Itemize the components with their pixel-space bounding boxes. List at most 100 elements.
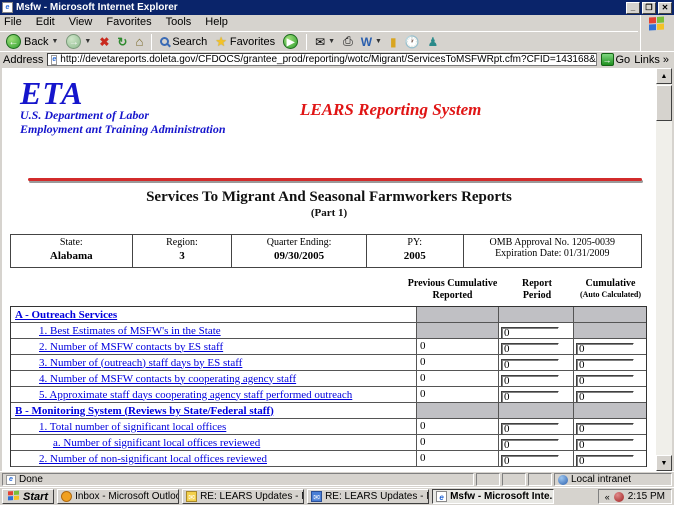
back-button[interactable]: ← Back ▼ <box>4 34 60 49</box>
info-quarter: Quarter Ending: 09/30/2005 <box>232 235 367 267</box>
windows-logo-throbber <box>640 15 672 51</box>
clock: 2:15 PM <box>628 491 665 502</box>
meeting-icon: ✉ <box>311 491 322 502</box>
report-period-input[interactable] <box>501 455 559 467</box>
taskbar-button-ie-active[interactable]: e Msfw - Microsoft Inte... <box>432 489 554 504</box>
menu-help[interactable]: Help <box>205 16 228 28</box>
scrollbar-thumb[interactable] <box>656 85 672 121</box>
menu-file[interactable]: File <box>4 16 22 28</box>
discuss-button[interactable]: ▮ <box>388 35 399 49</box>
red-divider <box>28 178 642 181</box>
cumulative-input[interactable] <box>576 423 634 435</box>
cumulative-input[interactable] <box>576 359 634 371</box>
address-input[interactable]: e http://devetareports.doleta.gov/CFDOCS… <box>47 53 596 66</box>
row-link[interactable]: 2. Number of MSFW contacts by ES staff <box>39 341 223 353</box>
row-link[interactable]: 5. Approximate staff days cooperating ag… <box>39 389 352 401</box>
system-title: LEARS Reporting System <box>300 100 481 120</box>
menu-favorites[interactable]: Favorites <box>106 16 151 28</box>
info-state: State: Alabama <box>11 235 133 267</box>
taskbar-button-email-1[interactable]: ✉ RE: LEARS Updates - Me... <box>182 489 304 504</box>
status-pane <box>528 473 552 486</box>
row-link[interactable]: 2. Number of non-significant local offic… <box>39 453 267 465</box>
mail-button[interactable]: ✉▼ <box>313 35 337 49</box>
ie-icon: e <box>436 491 447 502</box>
report-title: Services To Migrant And Seasonal Farmwor… <box>2 189 656 206</box>
section-a-link[interactable]: A - Outreach Services <box>15 309 117 321</box>
previous-cumulative-value: 0 <box>417 371 499 386</box>
cumulative-input[interactable] <box>576 343 634 355</box>
taskbar-button-email-2[interactable]: ✉ RE: LEARS Updates - Me... <box>307 489 429 504</box>
report-period-input[interactable] <box>501 375 559 387</box>
table-row: 1. Best Estimates of MSFW's in the State <box>11 323 646 339</box>
address-url: http://devetareports.doleta.gov/CFDOCS/g… <box>60 54 596 65</box>
row-link[interactable]: 1. Total number of significant local off… <box>39 421 226 433</box>
row-link[interactable]: a. Number of significant local offices r… <box>53 437 260 449</box>
row-link[interactable]: 4. Number of MSFW contacts by cooperatin… <box>39 373 296 385</box>
history-button[interactable]: 🕐 <box>403 35 422 49</box>
report-period-input[interactable] <box>501 327 559 339</box>
intranet-zone-icon <box>558 475 568 485</box>
column-headers: Previous Cumulative Reported Report Peri… <box>2 278 647 304</box>
system-tray: « 2:15 PM <box>598 489 672 504</box>
refresh-button[interactable]: ↻ <box>115 35 129 49</box>
links-chevron-icon: » <box>663 54 669 66</box>
section-b-link[interactable]: B - Monitoring System (Reviews by State/… <box>15 405 274 417</box>
desktop: e Msfw - Microsoft Internet Explorer _ ❐… <box>0 0 674 505</box>
close-button[interactable]: ✕ <box>658 2 672 14</box>
favorites-button[interactable]: ★ Favorites <box>213 34 277 50</box>
report-period-input[interactable] <box>501 423 559 435</box>
windows-flag-icon <box>649 16 665 31</box>
page-favicon: e <box>51 55 57 65</box>
cumulative-input[interactable] <box>576 391 634 403</box>
menu-tools[interactable]: Tools <box>166 16 192 28</box>
start-button[interactable]: Start <box>2 489 54 504</box>
minimize-button[interactable]: _ <box>626 2 640 14</box>
home-button[interactable]: ⌂ <box>133 34 145 49</box>
tray-app-icon[interactable] <box>614 492 624 502</box>
back-dropdown-icon[interactable]: ▼ <box>51 38 58 45</box>
stop-button[interactable]: ✖ <box>97 35 111 49</box>
messenger-button[interactable]: ♟ <box>426 35 441 49</box>
messenger-icon: ♟ <box>428 35 439 49</box>
restore-button[interactable]: ❐ <box>642 2 656 14</box>
search-button[interactable]: Search <box>158 36 209 48</box>
report-period-input[interactable] <box>501 343 559 355</box>
menu-view[interactable]: View <box>69 16 93 28</box>
status-done-pane: e Done <box>2 473 474 486</box>
title-bar: e Msfw - Microsoft Internet Explorer _ ❐… <box>0 0 674 15</box>
address-bar: Address e http://devetareports.doleta.go… <box>0 51 674 67</box>
report-period-input[interactable] <box>501 391 559 403</box>
go-button[interactable]: → Go <box>601 53 631 66</box>
favorites-icon: ★ <box>215 34 227 50</box>
cumulative-input[interactable] <box>576 455 634 467</box>
vertical-scrollbar[interactable]: ▲ ▼ <box>656 68 672 471</box>
taskbar-button-outlook[interactable]: Inbox - Microsoft Outlook <box>57 489 179 504</box>
media-button[interactable]: ▶ <box>281 34 300 49</box>
table-row-section-b: B - Monitoring System (Reviews by State/… <box>11 403 646 419</box>
cumulative-input[interactable] <box>576 439 634 451</box>
report-period-input[interactable] <box>501 359 559 371</box>
tray-chevron-icon[interactable]: « <box>605 492 610 502</box>
outlook-icon <box>61 491 72 502</box>
eta-line: Employment ant Training Administration <box>20 122 226 136</box>
address-label: Address <box>3 54 43 66</box>
menu-edit[interactable]: Edit <box>36 16 55 28</box>
links-button[interactable]: Links » <box>634 54 671 66</box>
print-button[interactable]: ⎙ <box>341 34 355 49</box>
previous-cumulative-value: 0 <box>417 355 499 370</box>
forward-button[interactable]: → ▼ <box>64 34 93 49</box>
cumulative-input[interactable] <box>576 375 634 387</box>
zone-text: Local intranet <box>571 474 631 485</box>
report-period-input[interactable] <box>501 439 559 451</box>
forward-dropdown-icon[interactable]: ▼ <box>84 38 91 45</box>
edit-with-word-button[interactable]: W▼ <box>359 35 384 49</box>
security-zone-pane: Local intranet <box>554 473 672 486</box>
row-link[interactable]: 3. Number of (outreach) staff days by ES… <box>39 357 242 369</box>
scroll-down-icon[interactable]: ▼ <box>656 455 672 471</box>
scroll-up-icon[interactable]: ▲ <box>656 68 672 84</box>
start-flag-icon <box>8 491 20 503</box>
col-previous-cumulative: Previous Cumulative Reported <box>405 278 500 302</box>
col-report-period: Report Period <box>500 278 574 302</box>
status-page-icon: e <box>6 475 16 485</box>
row-link[interactable]: 1. Best Estimates of MSFW's in the State <box>39 325 221 337</box>
